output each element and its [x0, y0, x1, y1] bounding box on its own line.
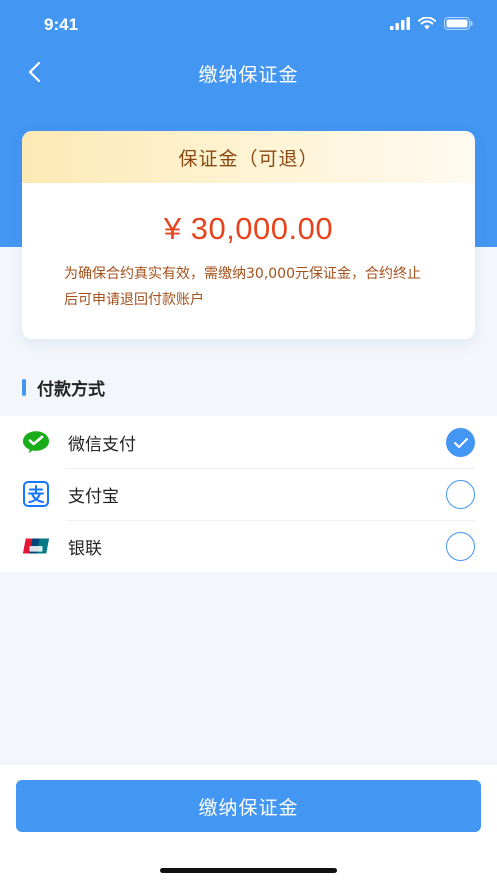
deposit-card: 保证金（可退） ¥ 30,000.00 为确保合约真实有效，需缴纳30,000元…: [22, 131, 475, 339]
checkmark-icon: [453, 437, 468, 448]
deposit-notice: 为确保合约真实有效，需缴纳30,000元保证金，合约终止后可申请退回付款账户: [64, 266, 421, 308]
radio-unchecked[interactable]: [446, 532, 475, 561]
payment-section-label: 付款方式: [37, 379, 105, 400]
payment-method-alipay[interactable]: 支付宝: [0, 468, 497, 520]
page-title: 缴纳保证金: [198, 64, 299, 86]
payment-method-wechat[interactable]: 微信支付: [0, 416, 497, 468]
status-bar: 9:41: [0, 0, 497, 50]
battery-icon: [444, 17, 473, 30]
wechat-pay-icon: [22, 429, 50, 455]
alipay-icon: [22, 481, 50, 507]
payment-method-list: 微信支付 支付宝 银联: [0, 416, 497, 572]
status-time: 9:41: [44, 15, 79, 34]
payment-method-label: 微信支付: [68, 434, 136, 455]
radio-unchecked[interactable]: [446, 480, 475, 509]
deposit-amount: ¥ 30,000.00: [163, 211, 334, 246]
unionpay-icon: [22, 533, 50, 559]
pay-deposit-button[interactable]: 缴纳保证金: [16, 780, 481, 832]
home-indicator: [160, 868, 337, 873]
deposit-card-header: 保证金（可退）: [22, 131, 475, 183]
wifi-icon: [418, 17, 436, 30]
payment-method-label: 支付宝: [68, 486, 119, 507]
radio-checked[interactable]: [446, 428, 475, 457]
payment-method-unionpay[interactable]: 银联: [0, 520, 497, 572]
payment-section-title: 付款方式: [22, 375, 105, 400]
status-icons: [390, 17, 473, 30]
section-accent-bar: [22, 378, 26, 396]
nav-bar: 缴纳保证金: [0, 50, 497, 94]
cellular-signal-icon: [390, 17, 410, 30]
payment-method-label: 银联: [68, 538, 102, 559]
